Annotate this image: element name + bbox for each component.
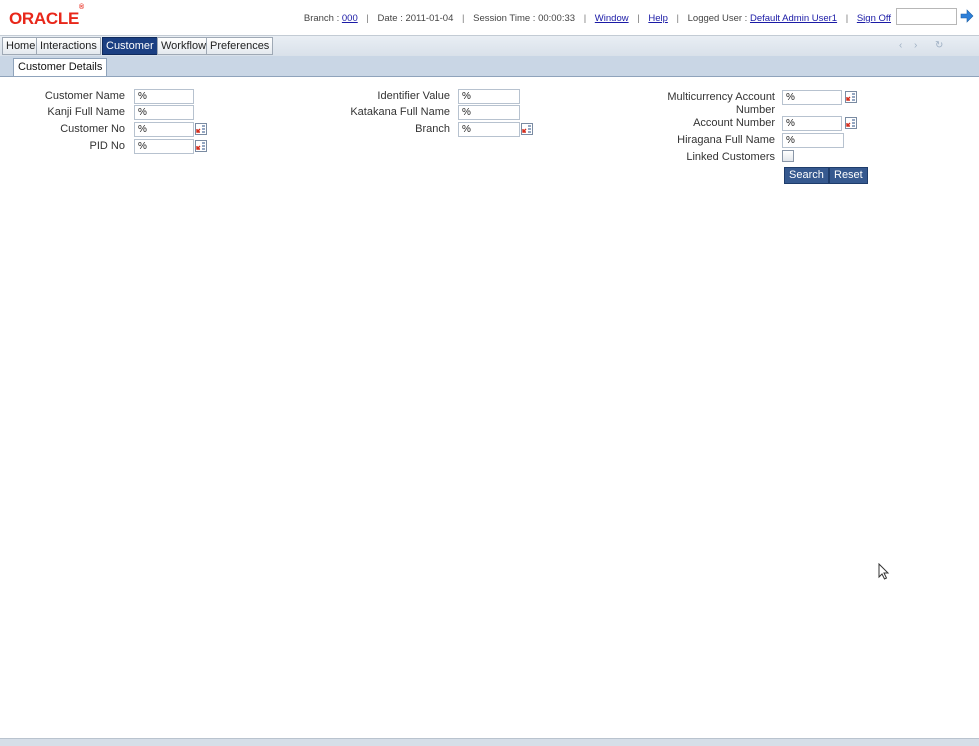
oracle-logo: ORACLE® [9, 4, 84, 28]
main-menu-bar: Home Interactions Customer Workflow Pref… [0, 35, 979, 57]
pid-no-label: PID No [89, 140, 125, 152]
kanji-full-name-input[interactable] [134, 105, 194, 120]
branch-label: Branch [415, 123, 450, 135]
top-header: ORACLE® Branch : 000 | Date : 2011-01-04… [0, 0, 979, 35]
branch-link[interactable]: 000 [342, 13, 358, 24]
help-link[interactable]: Help [648, 13, 668, 24]
window-link[interactable]: Window [595, 13, 629, 24]
linked-customers-checkbox[interactable] [782, 150, 794, 162]
multicurrency-account-number-label: Multicurrency Account Number [667, 91, 775, 116]
next-window-icon[interactable]: › [914, 40, 917, 51]
date-label: Date : 2011-01-04 [377, 13, 454, 24]
menu-customer[interactable]: Customer [102, 37, 158, 55]
katakana-full-name-label: Katakana Full Name [350, 106, 450, 118]
menu-interactions[interactable]: Interactions [36, 37, 101, 55]
customer-name-input[interactable] [134, 89, 194, 104]
list-of-values-icon[interactable] [845, 117, 857, 129]
function-id-input[interactable] [896, 8, 957, 25]
hiragana-full-name-input[interactable] [782, 133, 844, 148]
refresh-icon[interactable]: ↻ [935, 40, 943, 51]
footer-bar [0, 738, 979, 746]
session-time-label: Session Time : 00:00:33 [473, 13, 576, 24]
menu-preferences[interactable]: Preferences [206, 37, 274, 55]
identifier-value-input[interactable] [458, 89, 520, 104]
sign-off-link[interactable]: Sign Off [857, 13, 891, 24]
app-page: ORACLE® Branch : 000 | Date : 2011-01-04… [0, 0, 979, 746]
customer-search-form: Customer Name Kanji Full Name Customer N… [0, 80, 979, 190]
account-number-input[interactable] [782, 116, 842, 131]
list-of-values-icon[interactable] [521, 123, 533, 135]
linked-customers-label: Linked Customers [686, 151, 775, 163]
logged-user-link[interactable]: Default Admin User1 [750, 13, 837, 24]
prev-window-icon[interactable]: ‹ [899, 40, 902, 51]
identifier-value-label: Identifier Value [377, 90, 450, 102]
arrow-right-icon[interactable] [960, 8, 974, 24]
search-button[interactable]: Search [784, 167, 829, 184]
katakana-full-name-input[interactable] [458, 105, 520, 120]
branch-input[interactable] [458, 122, 520, 137]
menu-home[interactable]: Home [2, 37, 40, 55]
tab-customer-details[interactable]: Customer Details [13, 58, 108, 76]
pid-no-input[interactable] [134, 139, 194, 154]
customer-name-label: Customer Name [44, 90, 125, 102]
multicurrency-account-number-input[interactable] [782, 90, 842, 105]
branch-label: Branch : [303, 13, 340, 24]
customer-no-input[interactable] [134, 122, 194, 137]
menu-workflow[interactable]: Workflow [157, 37, 211, 55]
tab-strip: Customer Details [0, 56, 979, 77]
logged-user-label: Logged User : [687, 13, 748, 24]
hiragana-full-name-label: Hiragana Full Name [677, 134, 775, 146]
kanji-full-name-label: Kanji Full Name [47, 106, 125, 118]
mouse-cursor-icon [878, 563, 890, 580]
list-of-values-icon[interactable] [195, 140, 207, 152]
list-of-values-icon[interactable] [195, 123, 207, 135]
reset-button[interactable]: Reset [829, 167, 868, 184]
session-info-bar: Branch : 000 | Date : 2011-01-04 | Sessi… [303, 13, 891, 24]
account-number-label: Account Number [693, 117, 775, 129]
customer-no-label: Customer No [60, 123, 125, 135]
list-of-values-icon[interactable] [845, 91, 857, 103]
